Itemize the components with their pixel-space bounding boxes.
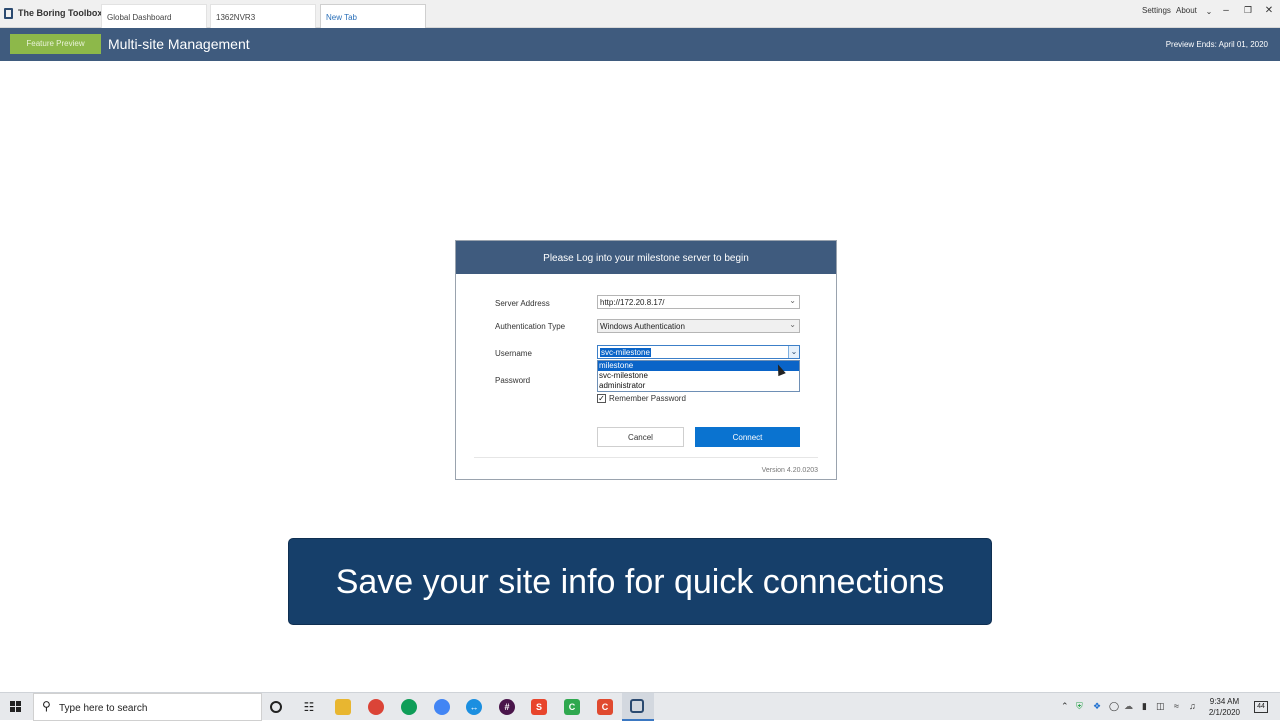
wifi-icon[interactable]: ≈ [1174, 701, 1179, 711]
start-button[interactable] [0, 693, 32, 721]
chevron-down-icon[interactable]: ⌄ [788, 346, 799, 358]
sync-icon[interactable]: ◯ [1109, 701, 1119, 712]
username-dropdown-list: milestone svc-milestone administrator [597, 360, 800, 392]
tab-label: New Tab [326, 13, 357, 22]
dropbox-icon[interactable]: ❖ [1093, 701, 1101, 712]
app-name: The Boring Toolbox [18, 8, 103, 18]
tab-label: Global Dashboard [107, 13, 172, 22]
chevron-down-icon[interactable]: ⌄ [789, 320, 796, 329]
cortana-icon[interactable] [270, 701, 282, 713]
version-text: Version 4.20.0203 [761, 467, 818, 474]
windows-logo-icon [16, 701, 21, 706]
remember-password-checkbox[interactable]: ✓ [597, 394, 606, 403]
task-view-icon[interactable]: ☷ [301, 699, 317, 715]
teamviewer-icon[interactable]: ↔ [466, 699, 482, 715]
title-bar: The Boring Toolbox Global Dashboard 1362… [0, 0, 1280, 28]
list-item[interactable]: milestone [598, 361, 799, 371]
connect-button[interactable]: Connect [695, 427, 800, 447]
list-item[interactable]: svc-milestone [598, 371, 799, 381]
windows-logo-icon [10, 701, 15, 706]
auth-type-select[interactable]: Windows Authentication ⌄ [597, 319, 800, 333]
auth-type-value: Windows Authentication [600, 322, 685, 331]
minimize-icon[interactable]: – [1219, 5, 1233, 16]
restore-icon[interactable]: ❐ [1241, 5, 1255, 16]
shield-icon[interactable]: ⛨ [1076, 701, 1083, 712]
chevron-down-icon[interactable]: ⌄ [1202, 7, 1216, 16]
cancel-button[interactable]: Cancel [597, 427, 684, 447]
system-clock[interactable]: 9:34 AM 2/1/2020 [1209, 696, 1240, 718]
chrome-icon[interactable] [368, 699, 384, 715]
app-logo-icon [4, 8, 13, 19]
login-dialog: Please Log into your milestone server to… [455, 240, 837, 480]
notification-count: 44 [1257, 703, 1265, 710]
snagit-icon[interactable]: S [531, 699, 547, 715]
chevron-up-icon[interactable]: ⌃ [1061, 701, 1069, 712]
preview-ends-text: Preview Ends: April 01, 2020 [1165, 40, 1268, 49]
page-title: Multi-site Management [108, 36, 250, 52]
chrome-icon[interactable] [434, 699, 450, 715]
server-address-label: Server Address [495, 299, 550, 308]
windows-logo-icon [16, 707, 21, 712]
camtasia-recorder-icon[interactable]: C [597, 699, 613, 715]
tab-label: 1362NVR3 [216, 13, 256, 22]
app-window-icon [630, 699, 644, 713]
battery-icon[interactable]: ◫ [1156, 701, 1165, 712]
search-placeholder: Type here to search [59, 703, 148, 714]
windows-logo-icon [10, 707, 15, 712]
file-explorer-icon[interactable] [335, 699, 351, 715]
chevron-down-icon[interactable]: ⌄ [789, 296, 796, 305]
close-icon[interactable]: ✕ [1262, 5, 1276, 16]
settings-link[interactable]: Settings [1142, 6, 1171, 15]
username-combo[interactable]: svc-milestone ⌄ [597, 345, 800, 359]
dialog-title: Please Log into your milestone server to… [456, 241, 836, 274]
notification-center-icon[interactable]: 44 [1254, 701, 1268, 713]
microphone-icon[interactable]: ▮ [1142, 701, 1147, 712]
slack-icon[interactable]: # [499, 699, 515, 715]
taskbar: ⚲ Type here to search ☷ ↔ # S C C ⌃ ⛨ ❖ … [0, 692, 1280, 721]
boring-toolbox-taskbar-button[interactable] [622, 693, 654, 721]
password-label: Password [495, 376, 531, 385]
search-icon: ⚲ [42, 699, 51, 713]
clock-time: 9:34 AM [1209, 697, 1240, 706]
tab-global-dashboard[interactable]: Global Dashboard [101, 4, 207, 28]
tab-new-tab[interactable]: New Tab [320, 4, 426, 28]
app-header: Feature Preview Multi-site Management Pr… [0, 28, 1280, 61]
remember-password-label[interactable]: Remember Password [609, 394, 686, 403]
divider [474, 457, 818, 458]
caption-banner: Save your site info for quick connection… [288, 538, 992, 625]
clock-date: 2/1/2020 [1208, 708, 1240, 717]
list-item[interactable]: administrator [598, 381, 799, 391]
taskbar-search-input[interactable]: ⚲ Type here to search [33, 693, 262, 721]
tab-1362nvr3[interactable]: 1362NVR3 [210, 4, 316, 28]
cloud-icon[interactable]: ☁ [1124, 701, 1133, 712]
username-value: svc-milestone [600, 348, 651, 357]
server-address-value: http://172.20.8.17/ [600, 298, 665, 307]
auth-type-label: Authentication Type [495, 322, 566, 331]
about-link[interactable]: About [1176, 6, 1197, 15]
camtasia-icon[interactable]: C [564, 699, 580, 715]
username-label: Username [495, 349, 532, 358]
volume-icon[interactable]: ♫ [1189, 701, 1196, 711]
server-address-combo[interactable]: http://172.20.8.17/ ⌄ [597, 295, 800, 309]
chrome-icon[interactable] [401, 699, 417, 715]
feature-preview-badge[interactable]: Feature Preview [10, 34, 101, 54]
